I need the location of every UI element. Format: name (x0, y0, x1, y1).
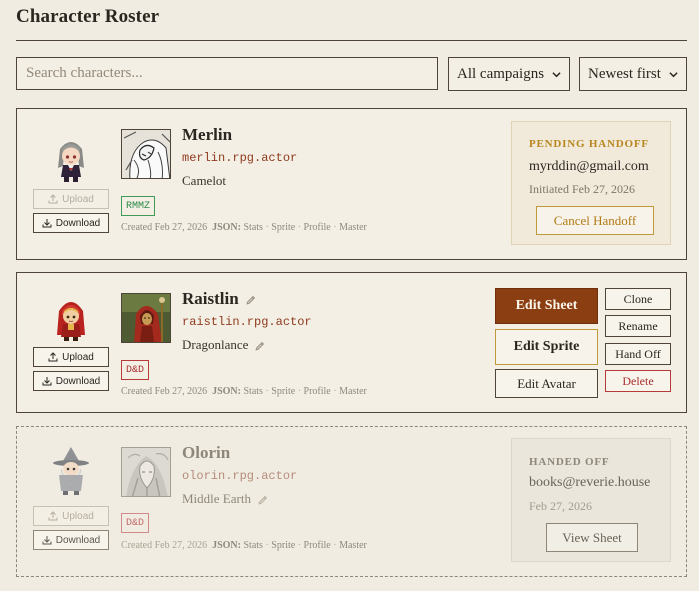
handoff-email: myrddin@gmail.com (529, 159, 649, 174)
cancel-handoff-button[interactable]: Cancel Handoff (536, 206, 654, 235)
json-stats-link[interactable]: Stats (244, 540, 263, 551)
created-date: Feb 27, 2026 (154, 222, 208, 233)
upload-button[interactable]: Upload (33, 506, 109, 526)
handoff-status-label: PENDING HANDOFF (529, 138, 649, 150)
pencil-icon[interactable] (245, 294, 257, 306)
download-button[interactable]: Download (33, 371, 109, 391)
json-stats-link[interactable]: Stats (244, 222, 263, 233)
raistlin-sprite (57, 302, 85, 341)
hand-off-button[interactable]: Hand Off (605, 343, 671, 365)
json-sprite-link[interactable]: Sprite (271, 222, 295, 233)
system-tag: RMMZ (121, 196, 156, 216)
view-sheet-button[interactable]: View Sheet (546, 523, 638, 552)
delete-button[interactable]: Delete (605, 370, 671, 392)
merlin-avatar (121, 129, 171, 179)
edit-avatar-button[interactable]: Edit Avatar (495, 369, 598, 398)
created-date: Feb 27, 2026 (154, 386, 208, 397)
upload-icon (48, 194, 58, 204)
download-label: Download (55, 217, 101, 229)
upload-button[interactable]: Upload (33, 347, 109, 367)
json-sprite-link[interactable]: Sprite (271, 386, 295, 397)
download-label: Download (55, 534, 101, 546)
character-meta: Created Feb 27, 2026 JSON: Stats · Sprit… (121, 540, 367, 551)
download-icon (42, 219, 52, 228)
sort-value: Newest first (588, 65, 661, 82)
campaign-filter-value: All campaigns (457, 65, 545, 82)
json-label: JSON: (212, 222, 241, 233)
created-prefix: Created (121, 540, 153, 551)
merlin-sprite (58, 142, 84, 182)
created-prefix: Created (121, 386, 153, 397)
character-handle[interactable]: merlin.rpg.actor (182, 151, 297, 165)
download-button[interactable]: Download (33, 213, 109, 233)
character-card-olorin: Upload Download Olorin olorin.rpg.actor … (16, 426, 687, 577)
character-name-text: Raistlin (182, 289, 239, 308)
pencil-icon[interactable] (254, 340, 266, 352)
sort-select[interactable]: Newest first (579, 57, 687, 91)
upload-label: Upload (62, 193, 94, 205)
chevron-down-icon (552, 71, 561, 77)
json-master-link[interactable]: Master (339, 540, 367, 551)
campaign-filter-select[interactable]: All campaigns (448, 57, 570, 91)
rename-button[interactable]: Rename (605, 315, 671, 337)
json-master-link[interactable]: Master (339, 386, 367, 397)
upload-button[interactable]: Upload (33, 189, 109, 209)
olorin-sprite (53, 447, 89, 495)
handed-off-panel: HANDED OFF books@reverie.house Feb 27, 2… (511, 438, 671, 562)
chevron-down-icon (669, 71, 678, 77)
character-name: Raistlin (182, 289, 257, 309)
json-master-link[interactable]: Master (339, 222, 367, 233)
character-realm-text: Dragonlance (182, 337, 249, 352)
character-realm: Dragonlance (182, 337, 266, 353)
download-label: Download (55, 375, 101, 387)
upload-label: Upload (62, 510, 94, 522)
download-icon (42, 536, 52, 545)
edit-sheet-button[interactable]: Edit Sheet (495, 288, 598, 324)
character-realm: Middle Earth (182, 491, 269, 507)
character-realm: Camelot (182, 173, 227, 188)
json-sprite-link[interactable]: Sprite (271, 540, 295, 551)
handoff-date: Feb 27, 2026 (529, 499, 592, 513)
handoff-status-label: HANDED OFF (529, 456, 610, 468)
json-label: JSON: (212, 386, 241, 397)
character-meta: Created Feb 27, 2026 JSON: Stats · Sprit… (121, 386, 367, 397)
character-card-merlin: Upload Download Merlin merlin.rpg.actor … (16, 108, 687, 260)
upload-icon (48, 511, 58, 521)
character-name: Olorin (182, 443, 231, 462)
upload-icon (48, 352, 58, 362)
handoff-email: books@reverie.house (529, 475, 651, 490)
download-button[interactable]: Download (33, 530, 109, 550)
olorin-avatar (121, 447, 171, 497)
system-tag: D&D (121, 360, 150, 380)
character-handle[interactable]: olorin.rpg.actor (182, 469, 297, 483)
character-name: Merlin (182, 125, 233, 144)
pencil-icon[interactable] (257, 494, 269, 506)
json-profile-link[interactable]: Profile (304, 386, 331, 397)
json-stats-link[interactable]: Stats (244, 386, 263, 397)
raistlin-avatar (121, 293, 171, 343)
character-realm-text: Middle Earth (182, 491, 251, 506)
created-date: Feb 27, 2026 (154, 540, 208, 551)
search-input[interactable] (16, 57, 438, 90)
system-tag: D&D (121, 513, 150, 533)
json-profile-link[interactable]: Profile (304, 222, 331, 233)
page-title: Character Roster (16, 6, 160, 27)
character-card-raistlin: Upload Download Raistlin raistlin.rpg.ac… (16, 272, 687, 413)
json-profile-link[interactable]: Profile (304, 540, 331, 551)
json-label: JSON: (212, 540, 241, 551)
handoff-date: Initiated Feb 27, 2026 (529, 182, 635, 196)
upload-label: Upload (62, 351, 94, 363)
created-prefix: Created (121, 222, 153, 233)
pending-handoff-panel: PENDING HANDOFF myrddin@gmail.com Initia… (511, 121, 671, 245)
download-icon (42, 377, 52, 386)
character-meta: Created Feb 27, 2026 JSON: Stats · Sprit… (121, 222, 367, 233)
clone-button[interactable]: Clone (605, 288, 671, 310)
edit-sprite-button[interactable]: Edit Sprite (495, 329, 598, 365)
character-handle[interactable]: raistlin.rpg.actor (182, 315, 312, 329)
title-divider (16, 40, 687, 41)
